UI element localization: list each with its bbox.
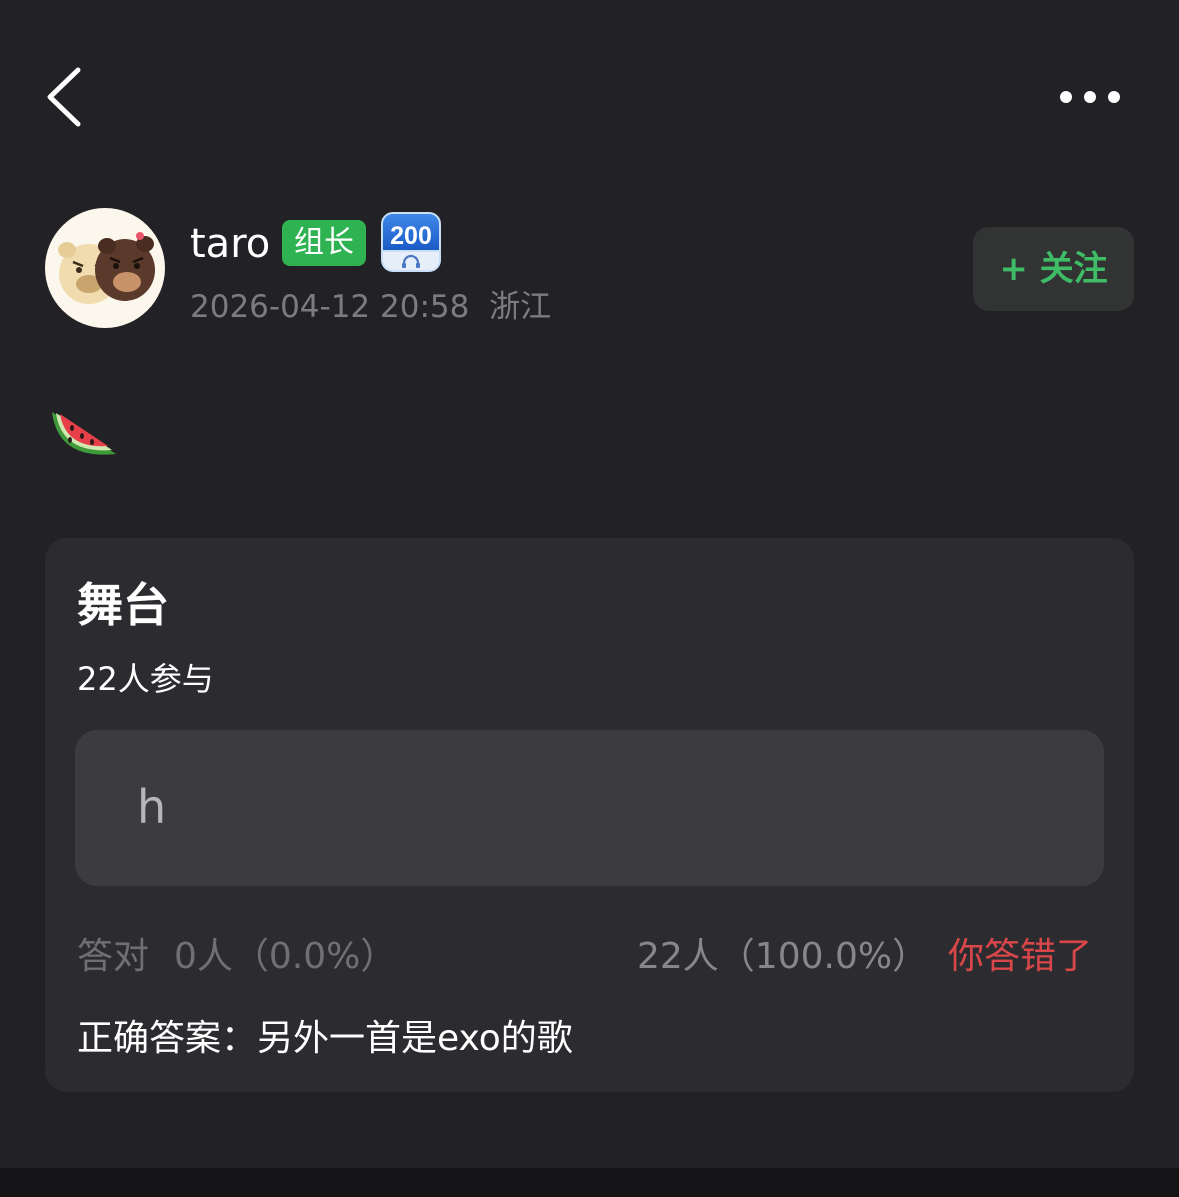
quiz-title: 舞台 — [77, 578, 169, 632]
post-location: 浙江 — [489, 289, 552, 325]
correct-stat-value: 0人（0.0%） — [174, 936, 397, 977]
watermelon-icon — [48, 400, 122, 466]
username[interactable]: taro — [190, 216, 270, 272]
follow-button[interactable]: + 关注 — [973, 227, 1134, 311]
correct-stat-label: 答对 — [77, 936, 150, 977]
correct-answer: 正确答案：另外一首是exo的歌 — [77, 1018, 573, 1059]
more-horizontal-icon — [1060, 91, 1072, 103]
wrong-stat-value: 22人（100.0%） — [637, 936, 929, 977]
more-options-button[interactable] — [1050, 80, 1130, 114]
cartoon-animals-avatar — [58, 232, 155, 304]
answer-option-text: h — [137, 780, 167, 834]
chevron-left-icon — [47, 67, 81, 127]
level-badge: 200 — [381, 212, 441, 272]
avatar[interactable] — [45, 208, 165, 328]
more-dot — [1108, 91, 1120, 103]
participant-count: 22人参与 — [77, 660, 214, 698]
answer-option[interactable]: h — [75, 730, 1104, 886]
back-button[interactable] — [40, 62, 90, 132]
level-number: 200 — [381, 212, 441, 252]
bottom-divider — [0, 1168, 1179, 1197]
role-badge: 组长 — [282, 220, 366, 266]
post-timestamp: 2026-04-12 20:58 — [190, 289, 470, 325]
more-dot — [1084, 91, 1096, 103]
post-meta: 2026-04-12 20:58 浙江 — [190, 285, 551, 329]
headphone-icon — [381, 250, 441, 272]
result-status: 你答错了 — [948, 936, 1093, 977]
